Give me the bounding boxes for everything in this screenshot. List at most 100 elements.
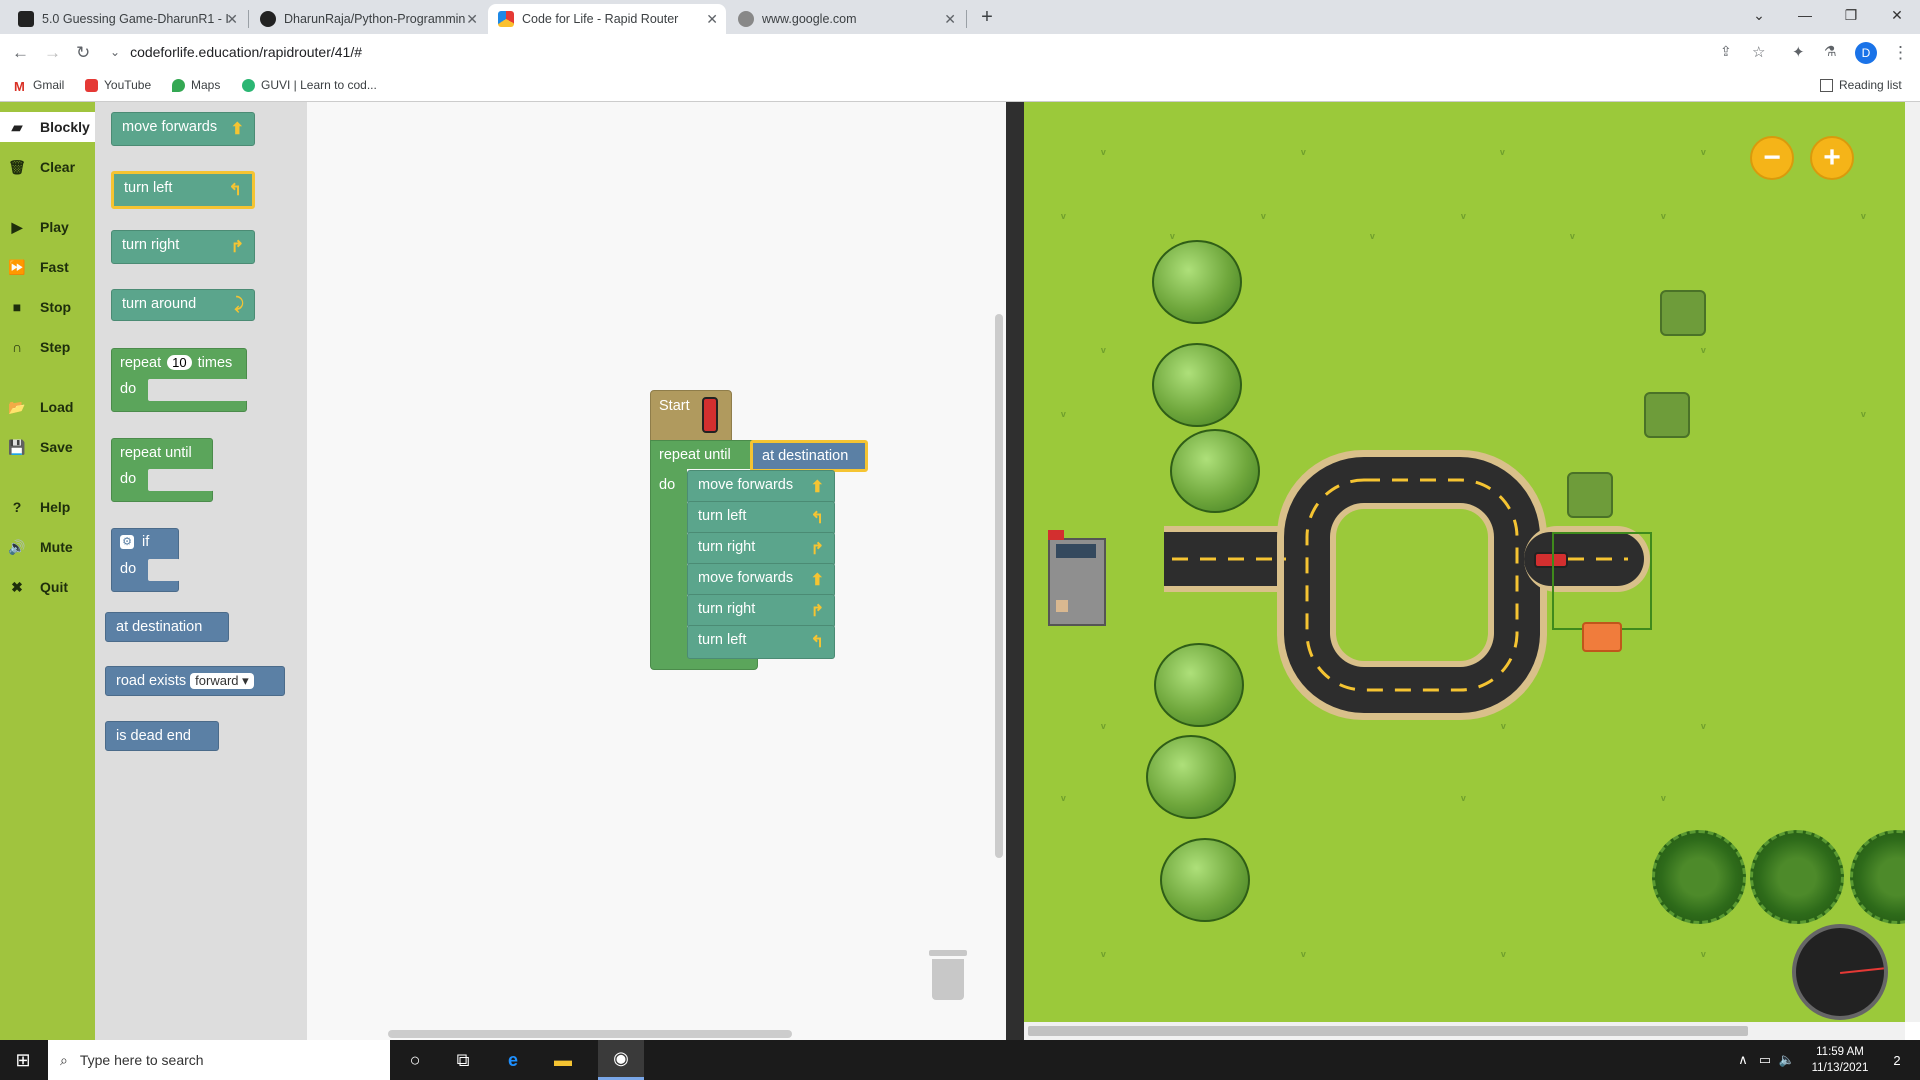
panel-divider[interactable] bbox=[1006, 102, 1024, 1040]
gear-icon[interactable]: ⚙ bbox=[120, 535, 134, 549]
step-move-forwards[interactable]: move forwards ⬆ bbox=[687, 563, 835, 597]
close-tab-icon[interactable]: ✕ bbox=[466, 11, 478, 28]
arrow-right-icon: ↱ bbox=[810, 603, 824, 620]
arrow-up-icon: ⬆ bbox=[230, 121, 244, 138]
taskbar-search-box[interactable]: ⌕ Type here to search bbox=[48, 1040, 390, 1080]
url-text[interactable]: codeforlife.education/rapidrouter/41/# bbox=[130, 44, 362, 60]
tab-google[interactable]: www.google.com ✕ bbox=[728, 4, 964, 34]
workspace-vertical-scrollbar[interactable] bbox=[995, 314, 1003, 858]
toolbox-turn-around-block[interactable]: turn around ⤸ bbox=[111, 289, 255, 321]
toolbox-repeat-until-block[interactable]: repeat until do bbox=[111, 438, 214, 502]
toolbox-at-destination-block[interactable]: at destination bbox=[105, 612, 229, 642]
minimize-icon[interactable]: — bbox=[1782, 0, 1828, 30]
bookmark-star-icon[interactable]: ☆ bbox=[1752, 43, 1765, 61]
task-view-icon[interactable]: ⧉ bbox=[450, 1048, 476, 1072]
edge-icon[interactable]: e bbox=[500, 1048, 526, 1072]
step-turn-left[interactable]: turn left ↰ bbox=[687, 625, 835, 659]
bush-icon bbox=[1644, 392, 1690, 438]
cortana-icon[interactable]: ○ bbox=[402, 1048, 428, 1072]
site-info-icon[interactable]: ⌄ bbox=[110, 45, 120, 59]
toolbox-repeat-times-block[interactable]: repeat 10 times do bbox=[111, 348, 248, 412]
bookmark-youtube[interactable]: YouTube bbox=[85, 78, 151, 92]
road-direction-dropdown[interactable]: forward ▾ bbox=[190, 673, 254, 689]
file-explorer-icon[interactable]: ▬ bbox=[550, 1048, 576, 1072]
save-icon: 💾 bbox=[8, 438, 26, 455]
sidebar-item-mute[interactable]: 🔊 Mute bbox=[0, 532, 95, 562]
close-window-icon[interactable]: ✕ bbox=[1874, 0, 1920, 30]
tree-icon bbox=[1160, 838, 1250, 922]
extensions-icon[interactable]: ✦ bbox=[1792, 43, 1805, 61]
workspace-horizontal-scrollbar[interactable] bbox=[388, 1030, 792, 1038]
gmail-icon: M bbox=[14, 78, 25, 94]
reload-icon[interactable]: ↻ bbox=[76, 43, 90, 63]
close-tab-icon[interactable]: ✕ bbox=[226, 11, 238, 28]
tree-icon bbox=[1152, 240, 1242, 324]
tab-search-icon[interactable]: ⌄ bbox=[1736, 0, 1782, 30]
arrow-right-icon: ↱ bbox=[810, 541, 824, 558]
sidebar-item-blockly[interactable]: ▰ Blockly bbox=[0, 112, 95, 142]
profile-avatar[interactable]: D bbox=[1855, 42, 1877, 64]
zoom-out-button[interactable]: − bbox=[1750, 136, 1794, 180]
toolbox-dead-end-block[interactable]: is dead end bbox=[105, 721, 219, 751]
map-horizontal-scrollbar[interactable] bbox=[1024, 1022, 1905, 1040]
sidebar-item-stop[interactable]: ■ Stop bbox=[0, 292, 95, 322]
map-vertical-scrollbar[interactable] bbox=[1905, 102, 1920, 1022]
replit-icon bbox=[18, 11, 34, 27]
tab-github[interactable]: DharunRaja/Python-Programmin ✕ bbox=[250, 4, 486, 34]
shrub-icon bbox=[1750, 830, 1844, 924]
clock[interactable]: 11:59 AM 11/13/2021 bbox=[1800, 1044, 1880, 1076]
toolbox-if-block[interactable]: ⚙ if do bbox=[111, 528, 180, 592]
arrow-right-icon: ↱ bbox=[230, 239, 244, 256]
sidebar-item-fast[interactable]: ⏩ Fast bbox=[0, 252, 95, 282]
back-icon[interactable]: ← bbox=[12, 43, 29, 63]
toolbox-turn-right-block[interactable]: turn right ↱ bbox=[111, 230, 255, 264]
sidebar-item-step[interactable]: ∩ Step bbox=[0, 332, 95, 362]
sidebar-item-play[interactable]: ▶ Play bbox=[0, 212, 95, 242]
volume-icon[interactable]: 🔈 bbox=[1774, 1048, 1800, 1072]
sidebar-item-clear[interactable]: 🗑 Clear bbox=[0, 152, 95, 182]
sidebar-item-help[interactable]: ? Help bbox=[0, 492, 95, 522]
tree-icon bbox=[1152, 343, 1242, 427]
step-turn-left[interactable]: turn left ↰ bbox=[687, 501, 835, 535]
sidebar-item-save[interactable]: 💾 Save bbox=[0, 432, 95, 462]
bush-icon bbox=[1567, 472, 1613, 518]
trash-can-icon[interactable] bbox=[929, 950, 967, 1000]
condition-at-destination[interactable]: at destination bbox=[750, 440, 868, 472]
step-icon: ∩ bbox=[11, 339, 23, 355]
close-tab-icon[interactable]: ✕ bbox=[706, 11, 718, 28]
forward-icon[interactable]: → bbox=[44, 43, 61, 63]
bookmark-gmail[interactable]: M Gmail bbox=[14, 78, 64, 94]
sidebar-item-load[interactable]: 📂 Load bbox=[0, 392, 95, 422]
step-turn-right[interactable]: turn right ↱ bbox=[687, 594, 835, 628]
bookmark-maps[interactable]: Maps bbox=[172, 78, 220, 92]
maximize-icon[interactable]: ❐ bbox=[1828, 0, 1874, 30]
windows-start-icon[interactable]: ⊞ bbox=[10, 1048, 36, 1072]
share-icon[interactable]: ⇪ bbox=[1720, 43, 1732, 60]
step-move-forwards[interactable]: move forwards ⬆ bbox=[687, 470, 835, 504]
arrow-left-icon: ↰ bbox=[810, 634, 824, 651]
tab-rapid-router[interactable]: Code for Life - Rapid Router ✕ bbox=[488, 4, 726, 34]
car-icon bbox=[702, 397, 718, 433]
windows-taskbar: ⊞ ⌕ Type here to search ○ ⧉ e ▬ ◉ ∧ ▭ 🔈 … bbox=[0, 1040, 1920, 1080]
blockly-workspace[interactable]: Start repeat until do at destination mov… bbox=[307, 102, 1006, 1040]
address-bar[interactable]: ⌄ codeforlife.education/rapidrouter/41/# bbox=[110, 38, 1750, 66]
repeat-count-field[interactable]: 10 bbox=[167, 355, 192, 370]
lab-icon[interactable]: ⚗ bbox=[1824, 43, 1837, 60]
start-block[interactable]: Start bbox=[650, 390, 732, 442]
new-tab-button[interactable]: + bbox=[964, 2, 1010, 32]
step-turn-right[interactable]: turn right ↱ bbox=[687, 532, 835, 566]
guvi-icon bbox=[242, 78, 255, 92]
close-tab-icon[interactable]: ✕ bbox=[944, 11, 956, 28]
toolbox-turn-left-block[interactable]: turn left ↰ bbox=[111, 171, 255, 209]
zoom-in-button[interactable]: + bbox=[1810, 136, 1854, 180]
chrome-taskbar-icon[interactable]: ◉ bbox=[598, 1040, 644, 1080]
sidebar-item-quit[interactable]: ✖ Quit bbox=[0, 572, 95, 602]
tab-guessing-game[interactable]: 5.0 Guessing Game-DharunR1 - I ✕ bbox=[8, 4, 246, 34]
toolbox-road-exists-block[interactable]: road exists forward ▾ bbox=[105, 666, 285, 696]
toolbox-move-forwards-block[interactable]: move forwards ⬆ bbox=[111, 112, 255, 146]
reading-list-button[interactable]: Reading list bbox=[1820, 78, 1902, 92]
notifications-icon[interactable]: 2 bbox=[1884, 1048, 1910, 1072]
arrow-up-icon: ⬆ bbox=[810, 572, 824, 589]
menu-icon[interactable]: ⋮ bbox=[1892, 43, 1909, 63]
bookmark-guvi[interactable]: GUVI | Learn to cod... bbox=[242, 78, 377, 92]
